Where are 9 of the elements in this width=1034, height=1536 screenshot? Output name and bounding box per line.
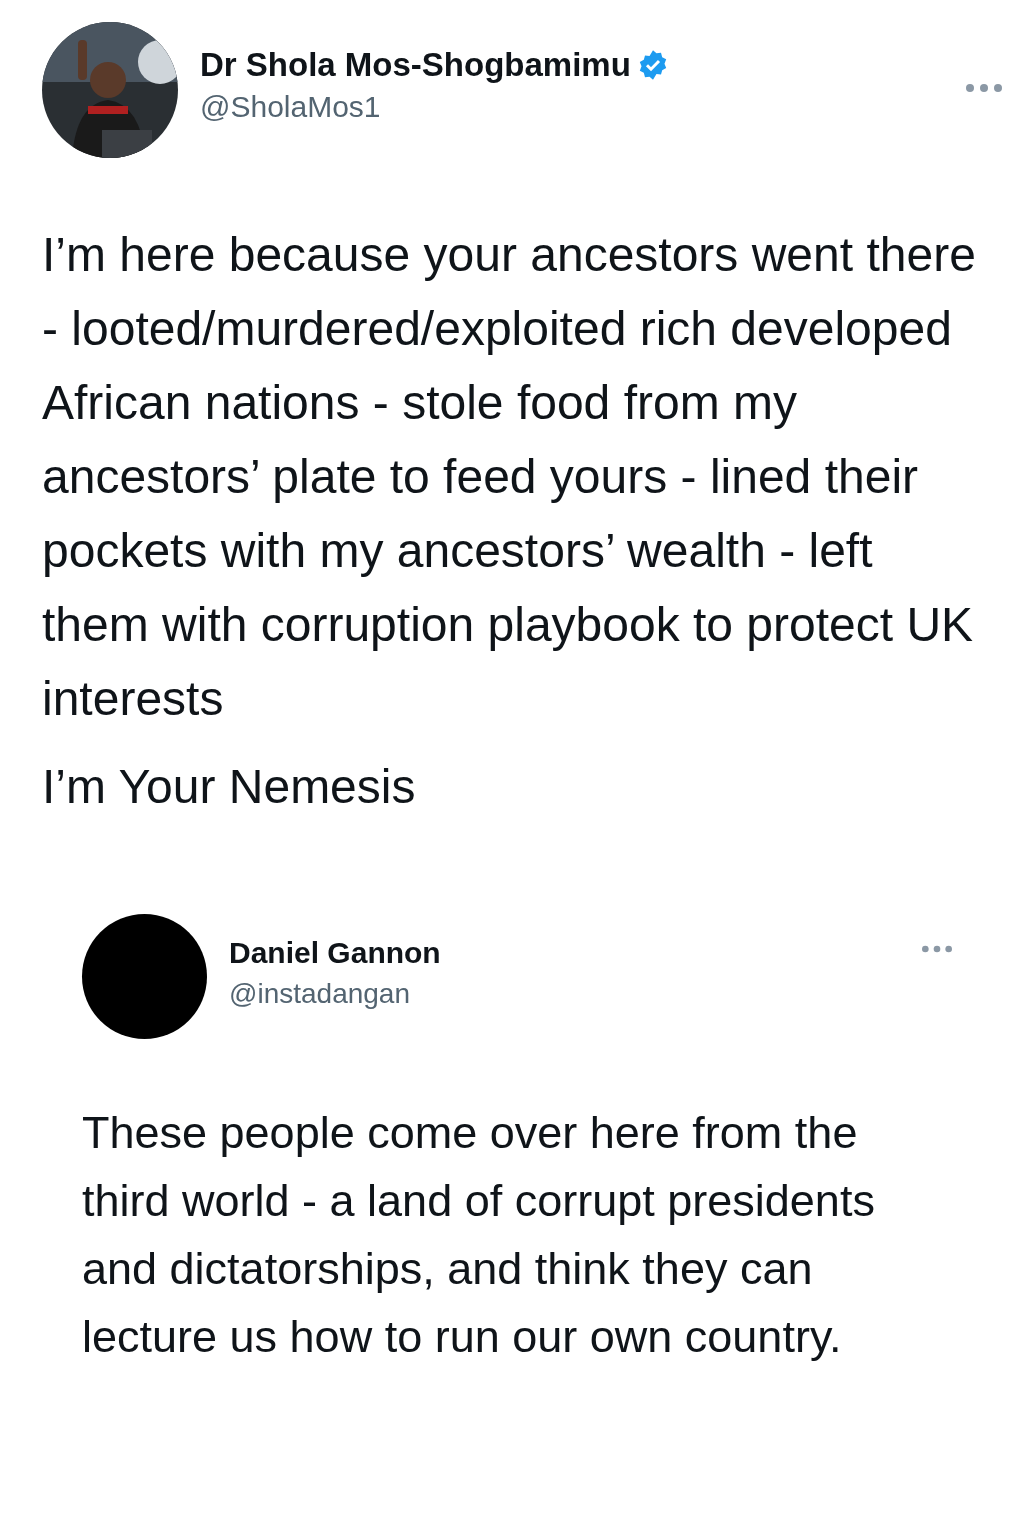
tweet-text: I’m here because your ancestors went there - looted/murdered/exploited rich developed African nations - stole food from my ancestors’ plate to feed yours - lined their pockets with my ancestors’ wealth - left them with corruption playbook to protect UK interests [42,227,977,727]
author-handle[interactable]: @SholaMos1 [200,90,964,124]
tweet-text: These people come over here from the third world - a land of corrupt presidents and dictatorships, and think they can lecture us how to run our own country. [82,1106,876,1364]
author-handle[interactable]: @instadangan [229,978,920,1010]
more-icon[interactable] [920,944,954,954]
tweet-text: I’m Your Nemesis [42,759,417,815]
author-name[interactable]: Daniel Gannon [229,936,441,970]
more-icon[interactable] [964,82,1004,94]
author-name[interactable]: Dr Shola Mos-Shogbamimu [200,46,631,84]
